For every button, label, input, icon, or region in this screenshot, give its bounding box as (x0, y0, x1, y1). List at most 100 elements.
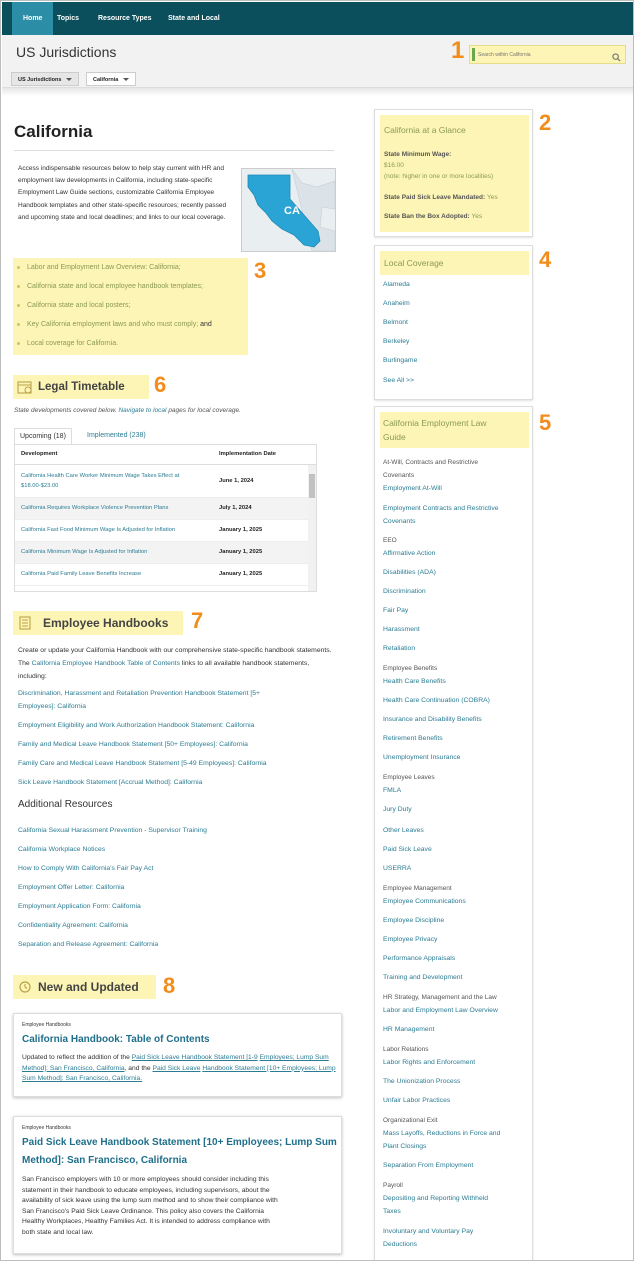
guide-link[interactable]: Labor and Employment Law Overview (383, 1007, 498, 1014)
guide-link[interactable]: FMLA (383, 787, 401, 794)
breadcrumb-label: California (93, 77, 119, 83)
development-link[interactable]: California Requires Workplace Violence P… (15, 497, 213, 520)
handbook-link[interactable]: Discrimination, Harassment and Retaliati… (18, 688, 260, 700)
list-item[interactable]: Labor and Employment Law Overview: Calif… (17, 264, 181, 271)
guide-link[interactable]: Covenants (383, 518, 416, 525)
guide-link[interactable]: Employee Privacy (383, 936, 437, 943)
guide-link[interactable]: Health Care Benefits (383, 678, 446, 685)
development-link[interactable]: California Fast Food Minimum Wage Is Adj… (15, 519, 213, 542)
guide-link[interactable]: Deductions (383, 1241, 417, 1248)
list-item[interactable]: Local coverage for California. (17, 340, 118, 347)
list-item[interactable]: California state and local employee hand… (17, 283, 203, 290)
guide-link[interactable]: Labor Rights and Enforcement (383, 1059, 475, 1066)
card-body: Updated to reflect the addition of the P… (22, 1053, 338, 1085)
handbook-link[interactable]: Sick Leave Handbook Statement [Accrual M… (18, 777, 202, 789)
bullet-icon (17, 265, 20, 269)
guide-link[interactable]: Discrimination (383, 588, 426, 595)
handbook-link[interactable]: Family and Medical Leave Handbook Statem… (18, 739, 248, 751)
card-link[interactable]: Paid Sick Leave Handbook Statement [1-9 (132, 1054, 258, 1061)
guide-link[interactable]: Affirmative Action (383, 550, 435, 557)
list-item[interactable]: California state and local posters; (17, 302, 131, 309)
min-wage-label: State Minimum Wage: (384, 151, 452, 158)
resource-link[interactable]: Separation and Release Agreement: Califo… (18, 939, 158, 951)
guide-link[interactable]: Employee Discipline (383, 917, 444, 924)
table-row: California Health Care Worker Minimum Wa… (15, 464, 316, 498)
navigate-local-link[interactable]: Navigate to local (118, 407, 166, 414)
guide-link[interactable]: Insurance and Disability Benefits (383, 716, 482, 723)
intro-links-list: Labor and Employment Law Overview: Calif… (13, 258, 248, 355)
guide-link[interactable]: Fair Pay (383, 607, 408, 614)
see-all-link[interactable]: See All >> (383, 377, 414, 384)
card-title[interactable]: California Handbook: Table of Contents (22, 1031, 210, 1049)
handbook-link[interactable]: Employment Eligibility and Work Authoriz… (18, 720, 254, 732)
guide-link[interactable]: Training and Development (383, 974, 462, 981)
tab-upcoming[interactable]: Upcoming (18) (14, 428, 72, 444)
resource-link[interactable]: Confidentiality Agreement: California (18, 920, 128, 932)
guide-link[interactable]: Jury Duty (383, 806, 412, 813)
guide-link[interactable]: Plant Closings (383, 1143, 426, 1150)
guide-link[interactable]: Separation From Employment (383, 1162, 473, 1169)
development-link[interactable]: California Minimum Wage Is Adjusted for … (15, 541, 213, 564)
development-link[interactable]: California Health Care Worker Minimum Wa… (15, 464, 213, 498)
guide-link[interactable]: Mass Layoffs, Reductions in Force and (383, 1130, 500, 1137)
local-link[interactable]: Berkeley (383, 338, 409, 345)
guide-link[interactable]: Other Leaves (383, 827, 424, 834)
search-input[interactable] (478, 48, 608, 61)
guide-title-line: California Employment Law (383, 418, 487, 428)
timetable-scrollbar[interactable] (308, 465, 316, 591)
breadcrumb-us-jurisdictions[interactable]: US Jurisdictions (11, 72, 80, 86)
resource-link[interactable]: How to Comply With California's Fair Pay… (18, 863, 153, 875)
nav-resource-types[interactable]: Resource Types (89, 2, 161, 35)
nav-topics[interactable]: Topics (48, 2, 88, 35)
local-link[interactable]: Burlingame (383, 357, 417, 364)
guide-link[interactable]: Taxes (383, 1208, 401, 1215)
guide-link[interactable]: The Unionization Process (383, 1078, 460, 1085)
intro-link[interactable]: Local coverage for California. (27, 340, 118, 347)
handbook-link[interactable]: Family Care and Medical Leave Handbook S… (18, 758, 267, 770)
guide-link[interactable]: Health Care Continuation (COBRA) (383, 697, 490, 704)
guide-link[interactable]: Unemployment Insurance (383, 754, 460, 761)
list-item[interactable]: Key California employment laws and who m… (17, 321, 212, 328)
guide-link[interactable]: Performance Appraisals (383, 955, 455, 962)
resource-link[interactable]: Employment Offer Letter: California (18, 882, 124, 894)
resource-link[interactable]: California Workplace Notices (18, 844, 105, 856)
scrollbar-thumb[interactable] (309, 474, 315, 498)
local-link[interactable]: Anaheim (383, 300, 410, 307)
tab-implemented[interactable]: Implemented (238) (82, 428, 151, 444)
guide-link[interactable]: Disabilities (ADA) (383, 569, 436, 576)
update-card[interactable]: Employee Handbooks Paid Sick Leave Handb… (13, 1116, 342, 1254)
local-link[interactable]: Alameda (383, 281, 410, 288)
handbook-toc-link[interactable]: California Employee Handbook Table of Co… (32, 660, 180, 667)
nav-state-and-local[interactable]: State and Local (159, 2, 229, 35)
breadcrumb-california[interactable]: California (86, 72, 137, 86)
update-card[interactable]: Employee Handbooks California Handbook: … (13, 1013, 342, 1097)
guide-link[interactable]: Unfair Labor Practices (383, 1097, 450, 1104)
intro-link[interactable]: California state and local posters; (27, 302, 131, 309)
guide-link[interactable]: Retirement Benefits (383, 735, 443, 742)
resource-link[interactable]: Employment Application Form: California (18, 901, 141, 913)
guide-link[interactable]: Retaliation (383, 645, 415, 652)
card-title[interactable]: Method]: San Francisco, California (22, 1152, 187, 1170)
intro-link[interactable]: California state and local employee hand… (27, 283, 203, 290)
intro-link[interactable]: Key California employment laws and who m… (27, 321, 198, 328)
guide-link[interactable]: Harassment (383, 626, 420, 633)
handbook-link[interactable]: Employees]: California (18, 701, 86, 713)
guide-link[interactable]: USERRA (383, 865, 411, 872)
intro-link[interactable]: Labor and Employment Law Overview: Calif… (27, 264, 181, 271)
guide-link[interactable]: Involuntary and Voluntary Pay (383, 1228, 473, 1235)
card-title[interactable]: Paid Sick Leave Handbook Statement [10+ … (22, 1134, 337, 1152)
development-link[interactable]: California Paid Family Leave Benefits In… (15, 563, 213, 586)
guide-link[interactable]: HR Management (383, 1026, 434, 1033)
guide-link[interactable]: Paid Sick Leave (383, 846, 432, 853)
section-title: Employee Handbooks (43, 616, 169, 630)
resource-link[interactable]: California Sexual Harassment Prevention … (18, 825, 207, 837)
guide-link[interactable]: Employment Contracts and Restrictive (383, 505, 499, 512)
search-icon[interactable] (612, 49, 621, 67)
local-link[interactable]: Belmont (383, 319, 408, 326)
guide-link[interactable]: Employee Communications (383, 898, 466, 905)
law-guide-panel: California Employment Law Guide At-Will, … (374, 406, 533, 1260)
guide-group-label: Employee Management (383, 885, 452, 892)
guide-link[interactable]: Employment At-Will (383, 485, 442, 492)
card-link[interactable]: Paid Sick Leave (152, 1065, 200, 1072)
guide-link[interactable]: Depositing and Reporting Withheld (383, 1195, 488, 1202)
